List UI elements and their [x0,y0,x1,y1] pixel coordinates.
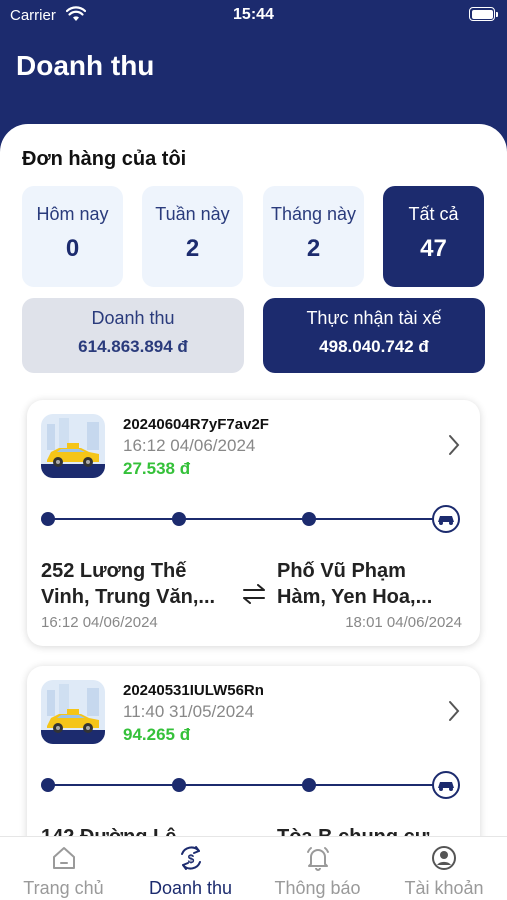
pickup-time: 16:12 04/06/2024 [41,614,158,631]
pickup-address-line2: Vinh, Trung Văn,... [41,586,216,608]
driver-net-label: Thực nhận tài xế [306,308,442,328]
order-card[interactable]: 20240531IULW56Rn 11:40 31/05/2024 94.265… [27,666,480,836]
order-code: 20240604R7yF7av2F [123,416,269,433]
tab-label: Tài khoản [404,878,484,898]
tab-label: Doanh thu [148,878,233,898]
dropoff-address-line1: Phố Vũ Phạm [277,560,406,582]
taxi-car-image [41,680,105,744]
stat-label: Hôm nay [36,204,109,224]
tab-bar: Trang chủ $ Doanh thu Thông báo Tài khoả… [0,836,507,900]
chevron-right-icon[interactable] [448,700,460,722]
stat-value: 2 [185,235,200,262]
tab-label: Trang chủ [23,878,104,898]
pickup-address-line1: 252 Lương Thế [41,560,187,582]
tab-revenue[interactable]: $ Doanh thu [127,837,254,900]
stat-card-today[interactable]: Hôm nay 0 [22,186,123,287]
tab-label: Thông báo [274,878,361,898]
home-icon [52,847,75,869]
swap-arrows-icon [243,584,265,604]
stat-label: Tuần này [155,204,230,224]
clock: 15:44 [233,6,274,23]
dropoff-address-line1: Tòa B chung cư [277,826,429,836]
stat-label: Tháng này [270,204,357,224]
route-progress [41,505,460,533]
stat-value: 2 [306,235,321,262]
stat-value: 47 [420,235,447,262]
order-card[interactable]: 20240604R7yF7av2F 16:12 04/06/2024 27.53… [27,400,480,646]
tab-account[interactable]: Tài khoản [381,837,507,900]
chevron-right-icon[interactable] [448,434,460,456]
stat-card-all[interactable]: Tất cả 47 [383,186,484,287]
account-icon [432,846,456,870]
route-point [41,778,55,792]
revenue-icon: $ [180,846,201,870]
section-title: Đơn hàng của tôi [22,148,187,170]
pickup-address: 142 Đường Lê [41,824,241,836]
route-progress [41,771,460,799]
route-point [41,512,55,526]
dropoff-time: 18:01 04/06/2024 [345,614,462,631]
revenue-label: Doanh thu [91,308,175,328]
stat-card-month[interactable]: Tháng này 2 [263,186,364,287]
route-point [302,512,316,526]
pickup-address: 252 Lương Thế Vinh, Trung Văn,... [41,558,241,610]
stat-label: Tất cả [408,204,459,224]
page-title: Doanh thu [16,50,155,81]
order-amount: 27.538 đ [123,459,191,478]
battery-icon [469,7,498,21]
content-sheet: Đơn hàng của tôi Hôm nay 0 Tuần này 2 Th… [0,124,507,836]
order-amount: 94.265 đ [123,725,191,744]
status-bar: Carrier 15:44 [0,0,507,32]
pickup-address-line1: 142 Đường Lê [41,826,176,836]
bell-icon [306,847,329,871]
dropoff-address: Tòa B chung cư [277,824,477,836]
order-time: 16:12 04/06/2024 [123,436,256,455]
tab-notifications[interactable]: Thông báo [254,837,381,900]
car-destination-icon [432,505,460,533]
route-point [172,778,186,792]
dropoff-address-line2: Hàm, Yen Hoa,... [277,586,433,608]
order-time: 11:40 31/05/2024 [123,702,255,721]
order-code: 20240531IULW56Rn [123,682,264,699]
tab-home[interactable]: Trang chủ [0,837,127,900]
driver-net-card[interactable]: Thực nhận tài xế 498.040.742 đ [263,298,485,373]
car-destination-icon [432,771,460,799]
revenue-card[interactable]: Doanh thu 614.863.894 đ [22,298,244,373]
stat-value: 0 [65,235,80,262]
dropoff-address: Phố Vũ Phạm Hàm, Yen Hoa,... [277,558,477,610]
stat-card-week[interactable]: Tuần này 2 [142,186,243,287]
driver-net-value: 498.040.742 đ [319,337,429,356]
route-point [302,778,316,792]
taxi-car-image [41,414,105,478]
route-point [172,512,186,526]
svg-text:$: $ [187,852,194,866]
revenue-value: 614.863.894 đ [78,337,188,356]
